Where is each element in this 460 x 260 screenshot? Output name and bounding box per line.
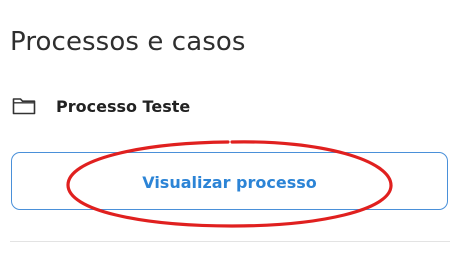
view-process-button-label: Visualizar processo — [142, 172, 317, 192]
divider — [10, 241, 450, 242]
view-process-button[interactable]: Visualizar processo — [11, 152, 448, 210]
process-item-label: Processo Teste — [56, 96, 191, 116]
folder-icon — [12, 97, 36, 115]
section-title: Processos e casos — [10, 27, 246, 57]
process-item: Processo Teste — [12, 94, 190, 118]
